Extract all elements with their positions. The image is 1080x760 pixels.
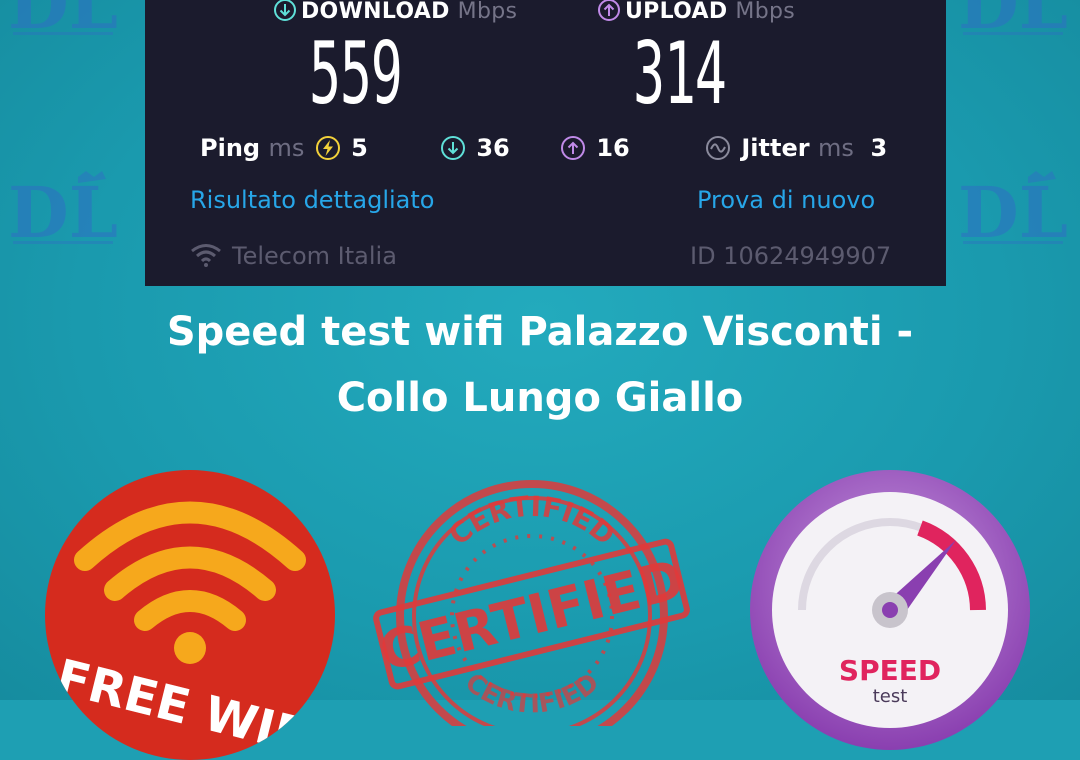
wifi-icon [190, 242, 222, 268]
download-unit: Mbps [458, 0, 518, 24]
caption-line-1: Speed test wifi Palazzo Visconti - [0, 308, 1080, 356]
dl-logo-mid-left: DL [8, 165, 118, 255]
download-label: DOWNLOAD [301, 0, 450, 24]
certified-main-text: CERTIFIED [373, 547, 690, 683]
speedtest-result-panel: DOWNLOAD Mbps 559 UPLOAD Mbps 314 Ping m… [145, 0, 946, 286]
jitter-value: 3 [871, 134, 888, 162]
ping-stat: Ping ms 5 [200, 134, 368, 162]
download-latency-value: 36 [476, 134, 509, 162]
provider-name: Telecom Italia [232, 242, 397, 270]
upload-latency-icon [560, 135, 586, 161]
download-latency-icon [440, 135, 466, 161]
result-id: ID 10624949907 [690, 242, 891, 270]
speed-word: SPEED [839, 654, 941, 687]
ping-unit: ms [268, 134, 304, 162]
certified-stamp: CERTIFIED CERTIFIED CERTIFIED [372, 466, 692, 726]
download-value: 559 [309, 24, 402, 124]
certified-arc-bottom-text: CERTIFIED [459, 668, 605, 720]
upload-arrow-icon [597, 0, 621, 22]
dl-logo-mid-right: DL [958, 165, 1068, 255]
jitter-label: Jitter [741, 134, 809, 162]
upload-label: UPLOAD [625, 0, 727, 24]
speed-test-gauge: SPEED test [750, 470, 1040, 760]
ping-bolt-icon [315, 135, 341, 161]
upload-latency-value: 16 [596, 134, 629, 162]
upload-header: UPLOAD Mbps [597, 0, 795, 24]
download-arrow-icon [273, 0, 297, 22]
detailed-result-link[interactable]: Risultato dettagliato [190, 186, 434, 214]
download-header: DOWNLOAD Mbps [273, 0, 517, 24]
upload-unit: Mbps [735, 0, 795, 24]
caption-line-2: Collo Lungo Giallo [0, 374, 1080, 422]
jitter-stat: Jitter ms 3 [705, 134, 887, 162]
free-wifi-badge: FREE WIFI [45, 470, 335, 760]
upload-latency: 16 [560, 134, 630, 162]
download-latency: 36 [440, 134, 510, 162]
logo-letters: DL [8, 0, 118, 45]
logo-letters: DL [958, 0, 1068, 45]
provider-info: Telecom Italia [190, 242, 397, 270]
upload-value: 314 [633, 24, 726, 124]
dl-logo-top-left: DL [8, 0, 118, 48]
speed-sub: test [873, 686, 908, 707]
ping-value: 5 [351, 134, 368, 162]
jitter-wave-icon [705, 135, 731, 161]
jitter-unit: ms [818, 134, 854, 162]
retry-link[interactable]: Prova di nuovo [697, 186, 875, 214]
ping-label: Ping [200, 134, 260, 162]
dl-logo-top-right: DL [958, 0, 1068, 48]
